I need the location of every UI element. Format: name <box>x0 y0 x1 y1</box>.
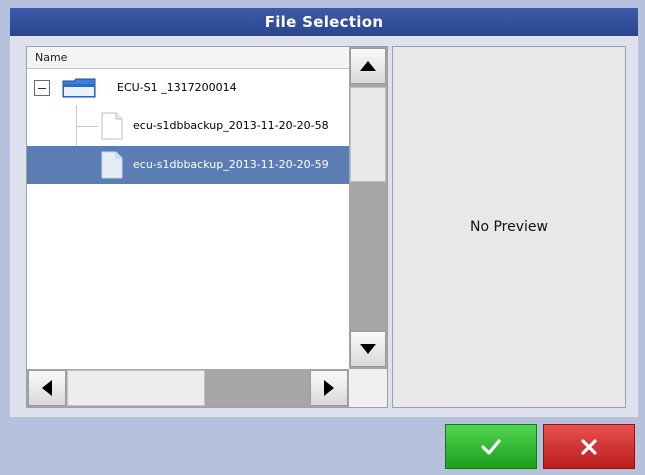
column-header-label: Name <box>35 51 68 64</box>
tree-item-label: ECU-S1 _1317200014 <box>117 81 237 94</box>
window-title: File Selection <box>10 8 638 36</box>
file-list-panel: Name ECU-S1 _1317200014 ecu-s1dbbackup_2… <box>26 46 388 408</box>
file-icon <box>101 151 123 179</box>
tree-item-file[interactable]: ecu-s1dbbackup_2013-11-20-20-58 <box>27 107 349 145</box>
checkmark-icon <box>481 438 501 455</box>
triangle-up-icon <box>360 61 376 71</box>
collapse-toggle-icon[interactable] <box>34 80 50 96</box>
triangle-down-icon <box>360 344 376 354</box>
scroll-up-button[interactable] <box>350 48 386 84</box>
cancel-button[interactable] <box>543 424 635 469</box>
preview-text: No Preview <box>470 219 548 235</box>
file-tree: ECU-S1 _1317200014 ecu-s1dbbackup_2013-1… <box>27 69 349 369</box>
tree-item-label: ecu-s1dbbackup_2013-11-20-20-58 <box>133 119 329 132</box>
scroll-right-button[interactable] <box>310 370 348 406</box>
tree-item-label: ecu-s1dbbackup_2013-11-20-20-59 <box>133 158 329 171</box>
triangle-right-icon <box>324 380 334 396</box>
horizontal-scrollbar[interactable] <box>27 369 349 407</box>
scrollbar-corner <box>349 369 387 407</box>
folder-icon <box>62 78 96 98</box>
triangle-left-icon <box>42 380 52 396</box>
horizontal-scroll-thumb[interactable] <box>67 370 205 406</box>
column-header[interactable]: Name <box>27 47 349 69</box>
confirm-button[interactable] <box>445 424 537 469</box>
vertical-scroll-thumb[interactable] <box>350 87 386 182</box>
preview-panel: No Preview <box>392 46 626 408</box>
vertical-scrollbar[interactable] <box>349 47 387 369</box>
scroll-left-button[interactable] <box>28 370 66 406</box>
tree-item-folder[interactable]: ECU-S1 _1317200014 <box>27 69 349 107</box>
x-icon <box>581 438 597 455</box>
tree-item-file-selected[interactable]: ecu-s1dbbackup_2013-11-20-20-59 <box>27 146 349 184</box>
file-icon <box>101 112 123 140</box>
scroll-down-button[interactable] <box>350 331 386 367</box>
